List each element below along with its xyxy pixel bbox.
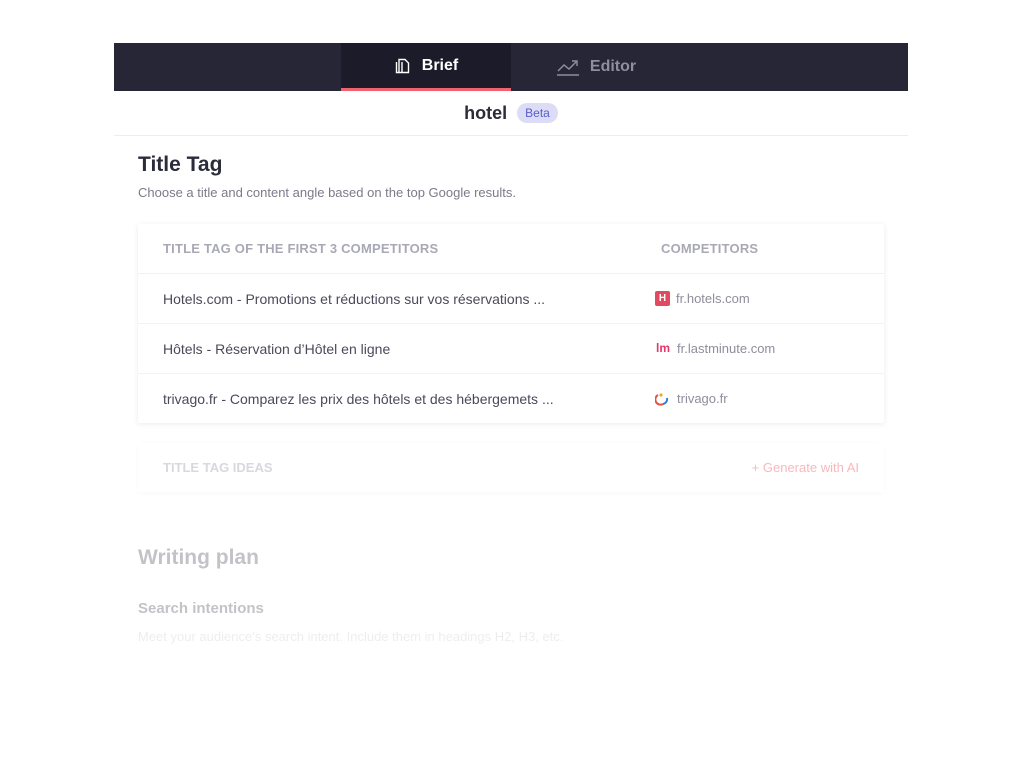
column-header-title: TITLE TAG OF THE FIRST 3 COMPETITORS — [163, 241, 439, 256]
competitor-domain-cell: fr.lastminute.com — [635, 340, 776, 356]
title-tag-description: Choose a title and content angle based o… — [138, 185, 516, 200]
trend-chart-icon — [556, 57, 580, 77]
competitor-titles-table: TITLE TAG OF THE FIRST 3 COMPETITORS COM… — [138, 224, 884, 423]
title-tag-ideas-card: TITLE TAG IDEAS + Generate with AI — [138, 443, 884, 492]
keyword-title: hotel — [464, 102, 508, 123]
lastminute-favicon-icon — [655, 340, 671, 356]
beta-badge: Beta — [517, 103, 558, 123]
document-icon — [394, 57, 412, 75]
app-container: Brief Editor hotel Beta Title Tag Choose… — [114, 43, 908, 644]
main-content: Title Tag Choose a title and content ang… — [114, 153, 908, 644]
table-row[interactable]: Hôtels - Réservation d’Hôtel en ligne fr… — [138, 324, 884, 374]
tab-editor[interactable]: Editor — [511, 43, 681, 91]
hotels-favicon-icon — [655, 291, 670, 306]
competitor-domain-cell: trivago.fr — [635, 391, 728, 406]
writing-plan-section: Writing plan Search intentions Meet your… — [138, 546, 884, 644]
generate-with-ai-button[interactable]: + Generate with AI — [752, 460, 884, 475]
title-tag-ideas-label: TITLE TAG IDEAS — [163, 460, 273, 475]
top-navigation-bar: Brief Editor — [114, 43, 908, 91]
competitor-title: trivago.fr - Comparez les prix des hôtel… — [163, 390, 554, 407]
title-tag-heading: Title Tag — [138, 153, 223, 176]
tab-brief[interactable]: Brief — [341, 43, 511, 91]
competitor-domain: fr.hotels.com — [676, 291, 750, 306]
column-header-competitors: COMPETITORS — [661, 241, 759, 256]
search-intentions-heading: Search intentions — [138, 600, 264, 617]
table-row[interactable]: Hotels.com - Promotions et réductions su… — [138, 274, 884, 324]
keyword-header: hotel Beta — [114, 91, 908, 136]
search-intentions-description: Meet your audience’s search intent. Incl… — [138, 629, 564, 644]
competitor-domain: trivago.fr — [677, 391, 728, 406]
trivago-favicon-icon — [654, 391, 671, 406]
table-row[interactable]: trivago.fr - Comparez les prix des hôtel… — [138, 374, 884, 423]
competitor-domain-cell: fr.hotels.com — [635, 291, 750, 306]
competitor-domain: fr.lastminute.com — [677, 341, 776, 356]
table-header: TITLE TAG OF THE FIRST 3 COMPETITORS COM… — [138, 224, 884, 274]
tab-editor-label: Editor — [589, 58, 637, 75]
writing-plan-heading: Writing plan — [138, 546, 259, 569]
competitor-title: Hotels.com - Promotions et réductions su… — [163, 290, 546, 307]
competitor-title: Hôtels - Réservation d’Hôtel en ligne — [163, 340, 391, 357]
tab-brief-label: Brief — [421, 56, 459, 74]
